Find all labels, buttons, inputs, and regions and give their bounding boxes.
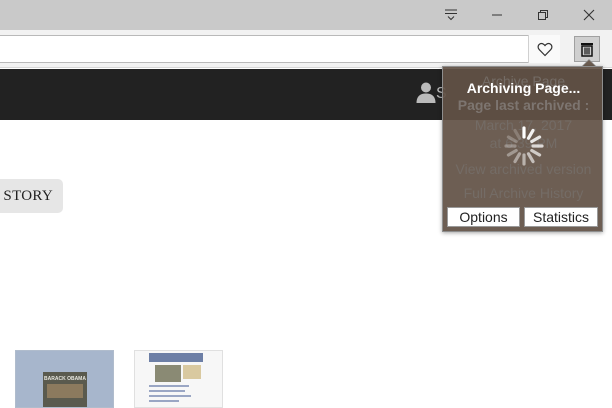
archiving-status: Archiving Page... (466, 80, 581, 96)
browser-toolbar (0, 30, 612, 68)
tab-list-icon[interactable] (428, 0, 474, 30)
close-icon[interactable] (566, 0, 612, 30)
address-bar[interactable] (0, 35, 560, 63)
statistics-button[interactable]: Statistics (524, 207, 598, 227)
window-titlebar (0, 0, 612, 30)
restore-icon[interactable] (520, 0, 566, 30)
user-icon (416, 81, 436, 108)
loading-spinner-icon (504, 126, 544, 166)
capture-thumbnail[interactable] (134, 350, 223, 408)
thumbnail-caption: BARACK OBAMA (44, 376, 86, 382)
history-button[interactable]: STORY (0, 179, 63, 213)
heart-icon[interactable] (528, 35, 560, 63)
capture-thumbnail[interactable]: BARACK OBAMA (15, 350, 114, 408)
last-archived-label: Page last archived : (457, 97, 590, 113)
options-button[interactable]: Options (447, 207, 520, 227)
minimize-icon[interactable] (474, 0, 520, 30)
thumbnail-image: BARACK OBAMA (43, 372, 87, 407)
archive-popup: Archive Page Page last archived : March … (442, 66, 603, 232)
full-history-link[interactable]: Full Archive History (443, 185, 604, 201)
